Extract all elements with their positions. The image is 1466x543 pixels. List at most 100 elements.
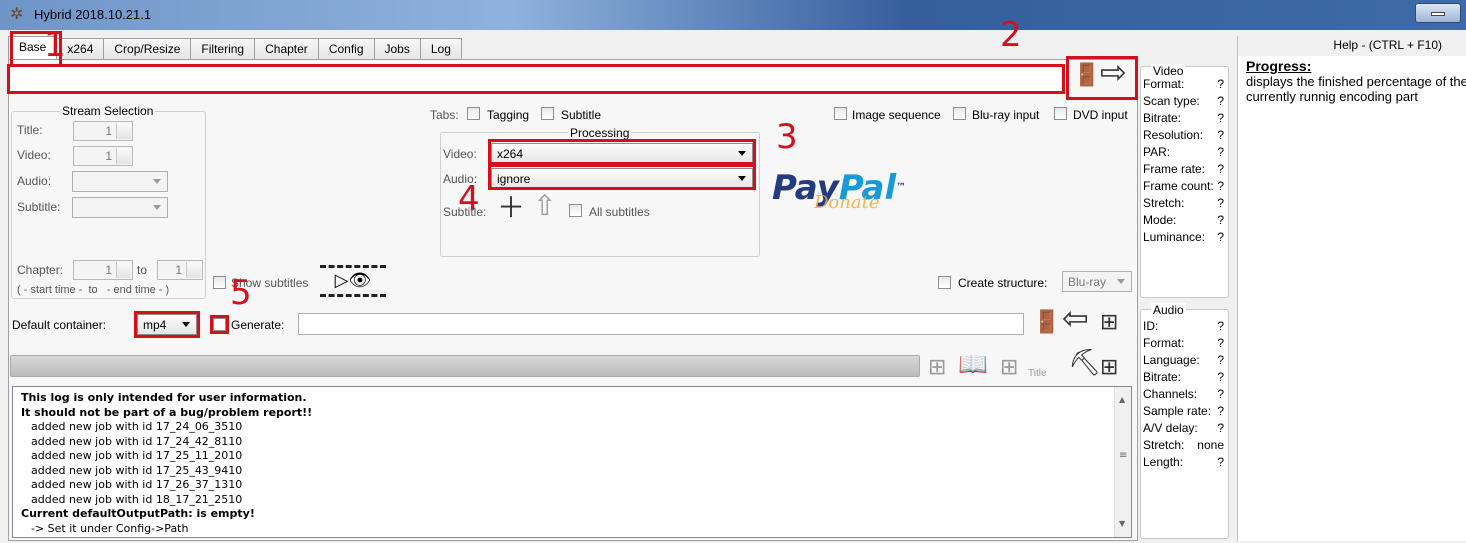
log-area[interactable]: This log is only intended for user infor… — [12, 386, 1132, 538]
donate-text: Donate — [814, 192, 880, 213]
info-key: Stretch: — [1143, 438, 1185, 452]
annotation-number-2: 2 — [1000, 15, 1022, 55]
audio-info-row: Language:? — [1143, 353, 1224, 370]
annotation-number-1: 1 — [44, 25, 66, 65]
info-value: ? — [1217, 455, 1224, 469]
info-key: Bitrate: — [1143, 370, 1182, 384]
subtitle-tab-label: Subtitle — [561, 108, 602, 122]
add-title-icon[interactable]: ⊞ — [1000, 355, 1018, 379]
log-line: -> Set it under Config->Path — [31, 521, 189, 535]
help-line-1: displays the finished percentage of the — [1246, 74, 1466, 89]
structure-select[interactable]: Blu-ray — [1062, 271, 1132, 292]
chapter-to-label: to — [137, 263, 148, 277]
info-key: A/V delay: — [1143, 421, 1198, 435]
minimize-button[interactable] — [1415, 3, 1461, 23]
output-file-field[interactable] — [298, 313, 1024, 335]
audio-label: Audio: — [17, 174, 52, 188]
info-key: Frame count: — [1143, 179, 1214, 193]
annotation-box-container — [134, 311, 200, 338]
video-info-row: Stretch:? — [1143, 196, 1224, 213]
info-value: ? — [1217, 404, 1224, 418]
tab-config[interactable]: Config — [317, 38, 375, 60]
info-key: Language: — [1143, 353, 1200, 367]
title-spinbox[interactable]: 1 — [73, 121, 133, 141]
arrow-left-icon[interactable]: ⇦ — [1062, 302, 1089, 334]
chapter-hint: ( - start time - to - end time - ) — [17, 284, 170, 296]
audio-select[interactable] — [72, 171, 168, 192]
annotation-box-3 — [488, 139, 756, 165]
tab-jobs[interactable]: Jobs — [373, 38, 421, 60]
window-title: Hybrid 2018.10.21.1 — [34, 7, 152, 22]
video-spinbox[interactable]: 1 — [73, 146, 133, 166]
video-label: Video: — [17, 148, 51, 162]
processing-subtitle-label: Subtitle: — [443, 205, 487, 219]
arrow-up-icon[interactable]: ⇧ — [533, 192, 556, 220]
tab-filtering[interactable]: Filtering — [190, 38, 256, 60]
bluray-input-checkbox[interactable] — [953, 107, 966, 120]
subtitle-label: Subtitle: — [17, 200, 61, 214]
subtitle-select[interactable] — [72, 197, 168, 218]
annotation-number-3: 3 — [776, 117, 798, 157]
video-info-row: Format:? — [1143, 77, 1224, 94]
worker-icon[interactable]: ⛏ — [1068, 349, 1101, 375]
log-lines: This log is only intended for user infor… — [21, 391, 1123, 536]
add-batch-icon[interactable]: ⊞ — [928, 355, 946, 379]
image-sequence-checkbox[interactable] — [834, 107, 847, 120]
log-line: It should not be part of a bug/problem r… — [21, 405, 313, 419]
create-structure-checkbox[interactable] — [938, 276, 951, 289]
open-file-icon[interactable]: 🚪 — [1073, 63, 1100, 87]
video-info-panel: Video Format:? Scan type:? Bitrate:? Resolu… — [1140, 64, 1229, 298]
info-value: ? — [1217, 111, 1224, 125]
preview-icon[interactable]: ▷👁 — [320, 265, 386, 297]
title-bar: ✲ Hybrid 2018.10.21.1 — [0, 0, 1466, 30]
info-key: ID: — [1143, 319, 1159, 333]
help-line-2: currently runnig encoding part — [1246, 89, 1418, 104]
info-key: Scan type: — [1143, 94, 1200, 108]
help-header: Help - (CTRL + F10) — [1238, 36, 1466, 56]
log-line: Current defaultOutputPath: is empty! — [21, 507, 255, 520]
log-line: This log is only intended for user infor… — [21, 391, 307, 404]
video-info-title: Video — [1151, 64, 1186, 78]
annotation-number-5: 5 — [230, 273, 252, 313]
log-line: added new job with id 17_24_06_3510 — [31, 420, 243, 433]
log-scrollbar[interactable]: ▲ ≡ ▼ — [1114, 387, 1131, 537]
video-info-row: PAR:? — [1143, 145, 1224, 162]
info-key: Luminance: — [1143, 230, 1206, 244]
subtitle-tab-checkbox[interactable] — [541, 107, 554, 120]
all-subtitles-checkbox[interactable] — [569, 204, 582, 217]
info-value: ? — [1217, 145, 1224, 159]
dvd-input-checkbox[interactable] — [1054, 107, 1067, 120]
chapter-to-spinbox[interactable]: 1 — [157, 260, 203, 280]
audio-info-row: Stretch: none — [1143, 438, 1224, 455]
chapter-label: Chapter: — [17, 263, 64, 277]
show-subtitles-checkbox[interactable] — [213, 276, 226, 289]
tagging-checkbox[interactable] — [467, 107, 480, 120]
info-key: Resolution: — [1143, 128, 1204, 142]
create-structure-label: Create structure: — [958, 276, 1048, 290]
output-folder-icon[interactable]: 🚪 — [1033, 310, 1060, 334]
add-queue-icon[interactable]: ⊞ — [1100, 355, 1118, 379]
info-key: Length: — [1143, 455, 1184, 469]
audio-info-row: Format:? — [1143, 336, 1224, 353]
tab-crop-resize[interactable]: Crop/Resize — [103, 38, 192, 60]
log-line: added new job with id 18_17_21_2510 — [31, 492, 243, 506]
info-value: ? — [1217, 179, 1224, 193]
help-content: Progress: displays the finished percenta… — [1246, 58, 1466, 104]
info-value: ? — [1217, 77, 1224, 91]
info-key: Format: — [1143, 336, 1185, 350]
info-key: Bitrate: — [1143, 111, 1182, 125]
info-key: Format: — [1143, 77, 1185, 91]
info-value: ? — [1217, 213, 1224, 227]
audio-info-row: A/V delay:? — [1143, 421, 1224, 438]
help-panel: Help - (CTRL + F10) Progress: displays t… — [1237, 36, 1466, 541]
add-job-icon[interactable]: ⊞ — [1100, 310, 1118, 334]
arrow-right-icon[interactable]: ⇨ — [1100, 56, 1127, 88]
add-subtitle-icon[interactable]: ＋ — [497, 194, 525, 222]
tab-chapter[interactable]: Chapter — [254, 38, 319, 60]
chapter-from-spinbox[interactable]: 1 — [73, 260, 133, 280]
tab-log[interactable]: Log — [419, 38, 462, 60]
info-value: ? — [1217, 128, 1224, 142]
image-sequence-label: Image sequence — [852, 108, 941, 122]
annotation-box-generate — [210, 315, 229, 334]
book-icon[interactable]: 📖 — [958, 353, 988, 377]
